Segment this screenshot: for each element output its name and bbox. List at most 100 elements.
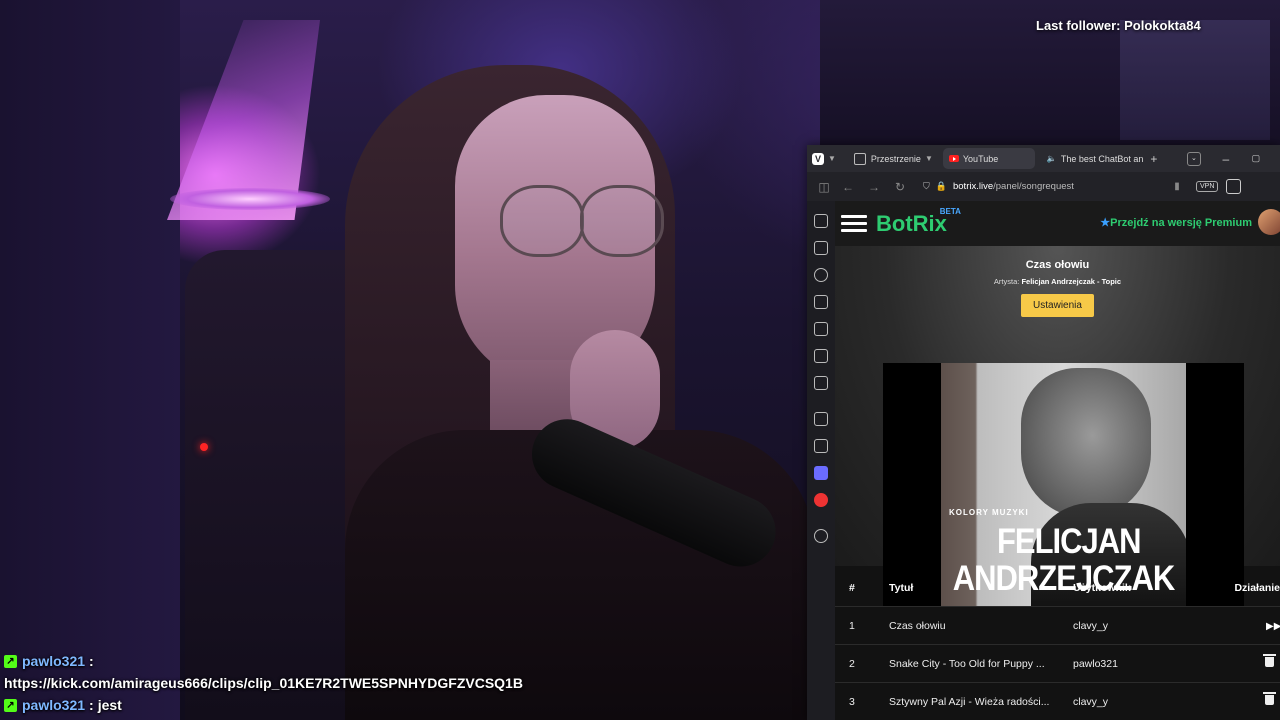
settings-button[interactable]: Ustawienia <box>1021 294 1094 317</box>
tab-youtube[interactable]: YouTube <box>942 148 1035 169</box>
mastodon-icon[interactable] <box>814 466 828 480</box>
panel-toggle-icon[interactable]: ◫ <box>811 180 837 194</box>
row-num: 3 <box>849 695 855 708</box>
botrix-page: BotRix BETA ★Przejdź na wersję Premium C… <box>835 201 1280 720</box>
new-tab-button[interactable]: + <box>1143 152 1165 166</box>
chat-message: https://kick.com/amirageus666/clips/clip… <box>4 672 804 694</box>
bookmarks-icon[interactable] <box>814 214 828 228</box>
lock-icon: 🔒 <box>935 181 947 191</box>
spaces-label: Przestrzenie <box>870 153 921 164</box>
chat-username: pawlo321 <box>22 653 86 669</box>
row-num: 1 <box>849 619 855 632</box>
row-action <box>1223 654 1280 670</box>
menu-icon[interactable] <box>841 211 867 236</box>
chat-username: pawlo321 <box>22 697 86 713</box>
layers-icon <box>853 152 866 165</box>
row-user: pawlo321 <box>1073 657 1118 670</box>
extension-icon[interactable] <box>1226 179 1242 194</box>
botrix-logo[interactable]: BotRix BETA <box>876 207 961 237</box>
artist-photo <box>1021 368 1151 518</box>
glasses-right-lens <box>580 185 664 257</box>
last-follower-text: Last follower: Polokokta84 <box>1036 18 1201 33</box>
minimize-button[interactable]: – <box>1215 152 1237 166</box>
background-wall <box>0 0 180 720</box>
tab-botrix[interactable]: 🔈 The best ChatBot an <box>1041 148 1143 169</box>
browser-sidebar <box>807 201 835 720</box>
row-title: Czas ołowiu <box>889 619 946 632</box>
calendar-icon[interactable] <box>814 412 828 426</box>
lamp-glow <box>170 188 330 210</box>
chat-separator: : <box>89 697 94 713</box>
chevron-down-icon: ▼ <box>924 154 933 163</box>
tab-bar: V ▼ Przestrzenie ▼ YouTube 🔈 The best Ch… <box>807 145 1280 172</box>
red-led <box>200 443 208 451</box>
url-field[interactable]: ⛉ 🔒 botrix.live /panel/songrequest <box>919 177 1164 197</box>
row-action <box>1223 692 1280 708</box>
vivaldi-logo-icon[interactable]: V <box>812 152 824 165</box>
premium-label: Przejdź na wersję Premium <box>1110 217 1252 229</box>
row-num: 2 <box>849 657 855 670</box>
maximize-button[interactable]: ▢ <box>1245 153 1267 164</box>
chat-overlay: ↗ pawlo321 : https://kick.com/amirageus6… <box>4 650 804 716</box>
cover-series: KOLORY MUZYKI <box>949 508 1029 517</box>
chevron-down-icon[interactable]: ▼ <box>828 154 836 163</box>
song-title: Czas ołowiu <box>1025 259 1090 271</box>
artist-label: Artysta: <box>993 277 1020 286</box>
speaker-icon: 🔈 <box>1046 154 1057 163</box>
header-num: # <box>849 581 855 594</box>
reload-button[interactable]: ↻ <box>887 180 913 194</box>
header-user: Użytkownik <box>1073 581 1131 594</box>
kick-icon: ↗ <box>4 698 17 712</box>
header-action: Działanie <box>1234 581 1280 594</box>
bookmark-icon[interactable]: ▮ <box>1164 181 1190 192</box>
vivaldi-social-icon[interactable] <box>814 493 828 507</box>
tab-label: YouTube <box>962 153 999 164</box>
forward-button[interactable]: → <box>861 180 887 194</box>
row-user: clavy_y <box>1073 695 1109 708</box>
trash-icon[interactable] <box>1263 692 1276 705</box>
song-player: Czas ołowiu Artysta: Felicjan Andrzejcza… <box>835 246 1280 607</box>
capture-icon[interactable] <box>814 376 828 390</box>
trash-icon[interactable] <box>1263 654 1276 667</box>
avatar[interactable] <box>1258 209 1280 235</box>
cover-name-line1: FELICJAN <box>997 521 1142 562</box>
row-user: clavy_y <box>1073 619 1109 632</box>
youtube-icon <box>948 155 959 162</box>
chat-message: ↗ pawlo321 : jest <box>4 694 804 716</box>
chat-separator: : <box>89 653 94 669</box>
back-button[interactable]: ← <box>835 180 861 194</box>
premium-link[interactable]: ★Przejdź na wersję Premium <box>1100 216 1252 229</box>
play-next-icon[interactable]: ▶▶ <box>1266 621 1280 632</box>
background-window <box>1120 20 1270 140</box>
chat-text: https://kick.com/amirageus666/clips/clip… <box>4 675 523 691</box>
notes-icon[interactable] <box>814 295 828 309</box>
artist-name: Felicjan Andrzejczak - Topic <box>1021 277 1122 286</box>
chat-text: jest <box>97 697 122 713</box>
glasses-left-lens <box>500 185 584 257</box>
kick-icon: ↗ <box>4 654 17 668</box>
row-title: Sztywny Pal Azji - Wieża radości... <box>889 695 1050 708</box>
history-icon[interactable] <box>814 268 828 282</box>
add-panel-icon[interactable] <box>814 529 828 543</box>
table-row: 1 Czas ołowiu clavy_y ▶▶ <box>835 607 1280 645</box>
shield-icon: ⛉ <box>923 181 930 191</box>
address-bar: ◫ ← → ↻ ⛉ 🔒 botrix.live /panel/songreque… <box>807 172 1280 202</box>
beta-label: BETA <box>939 206 961 216</box>
botrix-navbar: BotRix BETA ★Przejdź na wersję Premium <box>835 201 1280 246</box>
tasks-icon[interactable] <box>814 439 828 453</box>
browser-window: V ▼ Przestrzenie ▼ YouTube 🔈 The best Ch… <box>807 145 1280 720</box>
spaces-button[interactable]: Przestrzenie ▼ <box>853 152 937 165</box>
table-row: 3 Sztywny Pal Azji - Wieża radości... cl… <box>835 683 1280 720</box>
brand-name: BotRix <box>876 210 947 236</box>
artist-line: Artysta: Felicjan Andrzejczak - Topic <box>835 277 1280 286</box>
url-host: botrix.live <box>952 181 994 192</box>
table-header: # Tytuł Użytkownik Działanie <box>835 569 1280 607</box>
vpn-badge[interactable]: VPN <box>1196 181 1219 192</box>
downloads-icon[interactable] <box>814 241 828 255</box>
reading-list-icon[interactable] <box>814 349 828 363</box>
translate-icon[interactable] <box>814 322 828 336</box>
table-row: 2 Snake City - Too Old for Puppy ... paw… <box>835 645 1280 683</box>
url-path: /panel/songrequest <box>993 181 1074 192</box>
tab-list-dropdown-icon[interactable]: ⌄ <box>1186 151 1201 166</box>
row-action: ▶▶ <box>1223 620 1280 632</box>
